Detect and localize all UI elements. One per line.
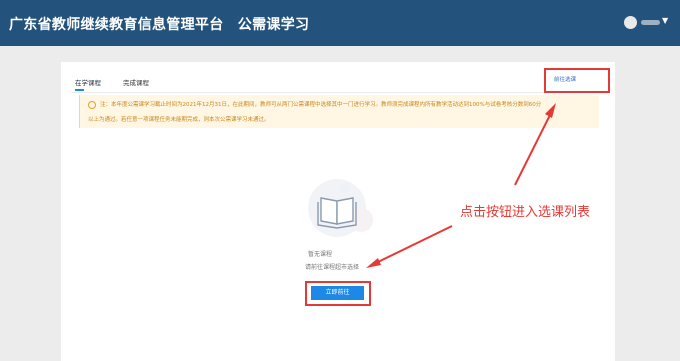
annotation-text: 点击按钮进入选课列表: [460, 205, 591, 220]
annotation-arrows: [366, 103, 556, 268]
